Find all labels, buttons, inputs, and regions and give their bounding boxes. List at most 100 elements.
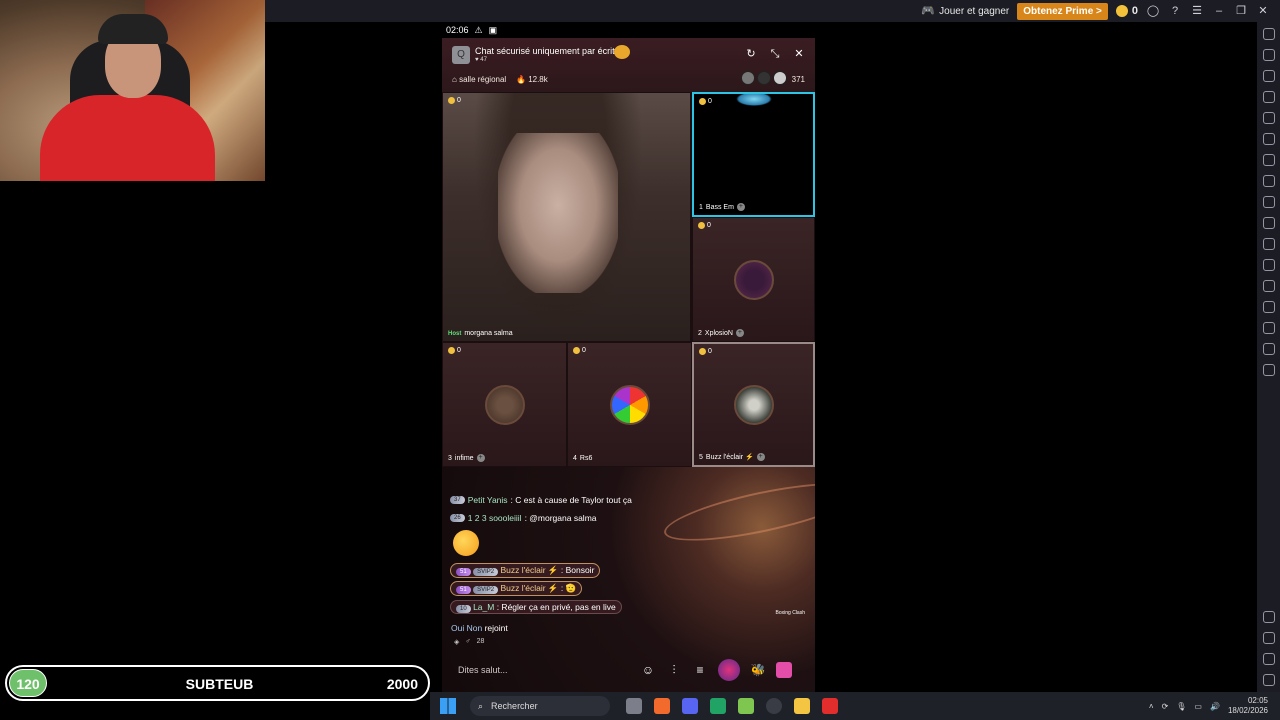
brave-icon[interactable] [654,698,670,714]
follow-plus-icon[interactable]: + [476,454,485,462]
performance-icon[interactable] [1262,196,1275,208]
fullscreen-icon[interactable] [1262,28,1275,40]
taskbar-clock[interactable]: 02:05 18/02/2026 [1228,696,1268,716]
room-title[interactable]: Chat sécurisé uniquement par écrit [475,46,615,56]
room-avatar[interactable]: Q [452,46,470,64]
chat-message[interactable]: 10 La_M : Régler ça en privé, pas en liv… [450,599,750,614]
chat-message[interactable]: 51 SVIP2 Buzz l'éclair ⚡ : 🫡 [450,581,750,596]
seat-1[interactable]: 0 1 Bass Em + [692,92,815,217]
play-and-win-button[interactable]: 🎮 Jouer et gagner [921,4,1009,18]
level-badge: 26 [450,513,465,522]
microphone-icon[interactable]: 🎙 [1176,702,1186,711]
location-icon[interactable] [1262,322,1275,334]
screenshot-icon[interactable] [1262,217,1275,229]
coin-count: 0 [1131,5,1138,17]
restore-icon[interactable]: ❐ [1234,4,1248,18]
avatar[interactable] [609,384,650,425]
chat-list: 37 Petit Yanis : C est à cause de Taylor… [450,492,750,614]
chat-message[interactable]: 37 Petit Yanis : C est à cause de Taylor… [450,492,750,507]
viewer-avatars[interactable] [741,71,787,85]
gamepad-sidebar-icon[interactable] [1262,91,1275,103]
seat-coin-count: 0 [457,97,461,104]
seat-2[interactable]: 0 2 XplosioN + [692,217,815,342]
media-icon[interactable] [1262,259,1275,271]
emoji-icon[interactable]: ☺ [640,662,656,678]
game-icon[interactable] [718,659,740,681]
discord-icon[interactable] [682,698,698,714]
region-label: salle régional [459,75,507,84]
back-icon[interactable] [1262,632,1275,644]
erase-icon[interactable] [1262,301,1275,313]
seat-5[interactable]: 0 5 Buzz l'éclair ⚡ + [692,342,815,467]
bee-icon[interactable]: 🐝 [750,662,766,678]
speaker-icon[interactable]: 🔊 [1210,702,1220,711]
viewer-avatar [741,71,755,85]
close-icon[interactable]: ✕ [1256,4,1270,18]
sync-icon[interactable] [1262,364,1275,376]
account-icon[interactable]: ◯ [1146,4,1160,18]
avatar[interactable] [733,259,774,300]
viewer-count[interactable]: 371 [792,75,805,84]
layers-icon[interactable] [1262,343,1275,355]
gift-icon[interactable] [776,662,792,678]
settings-icon[interactable] [1262,611,1275,623]
audio-wave-icon[interactable]: ⫶ [666,662,682,678]
get-prime-button[interactable]: Obtenez Prime > [1017,2,1108,20]
replay-icon[interactable] [1262,154,1275,166]
taskbar-search[interactable]: ⌕ Rechercher [470,696,610,716]
share-icon[interactable]: ↻ [744,47,758,61]
avatar[interactable] [733,384,774,425]
coin-icon [573,347,580,354]
follow-plus-icon[interactable]: + [736,203,745,211]
chat-input[interactable]: Dites salut... [450,665,630,675]
sync-icon[interactable]: ⟳ [1162,702,1169,711]
task-view-icon[interactable] [626,698,642,714]
excel-icon[interactable] [710,698,726,714]
menu-icon[interactable]: ☰ [1190,4,1204,18]
apk-icon[interactable] [1262,112,1275,124]
chevron-up-icon[interactable]: ˄ [1149,702,1154,711]
popularity[interactable]: 🔥 12.8k [516,75,548,84]
host-seat[interactable]: 0 Host morgana salma [442,92,691,342]
host-video [498,133,618,293]
seat-coins: 0 [448,347,461,354]
minimize-room-icon[interactable]: ⤡ [768,47,782,61]
windows-start-icon[interactable] [440,698,456,714]
menu-icon[interactable]: ≡ [692,662,708,678]
chat-user[interactable]: Buzz l'éclair ⚡ [500,583,558,593]
keyboard-icon[interactable] [1262,70,1275,82]
avatar[interactable] [484,384,525,425]
chat-user[interactable]: La_M [473,602,494,612]
close-room-icon[interactable]: ✕ [792,47,806,61]
youtube-icon[interactable] [822,698,838,714]
recent-apps-icon[interactable] [1262,674,1275,686]
chat-user[interactable]: Petit Yanis [468,495,508,505]
network-icon[interactable]: ▭ [1194,702,1202,711]
record-icon[interactable] [1262,238,1275,250]
help-icon[interactable]: ? [1168,4,1182,18]
chat-user[interactable]: Buzz l'éclair ⚡ [500,565,558,575]
region-tag[interactable]: ⌂ salle régional [452,75,506,84]
rotate-icon[interactable] [1262,133,1275,145]
volume-icon[interactable] [1262,49,1275,61]
home-icon[interactable] [1262,653,1275,665]
seat-4[interactable]: 0 4 Rs6 [567,342,692,467]
chat-message[interactable]: 26 1 2 3 soooleiiil : @morgana salma [450,510,750,525]
join-user[interactable]: Oui Non [451,623,482,633]
follow-plus-icon[interactable]: + [756,453,765,461]
coin-balance[interactable]: 0 [1115,5,1138,17]
file-explorer-icon[interactable] [794,698,810,714]
crown-badge-icon [614,45,630,59]
chat-message[interactable]: 51 SVIP2 Buzz l'éclair ⚡ : Bonsoir [450,563,750,578]
seat-name: infime [454,454,474,462]
seat-index: 1 [699,203,703,211]
follow-plus-icon[interactable]: + [735,329,744,337]
bluestacks-icon[interactable] [738,698,754,714]
eco-icon[interactable] [1262,280,1275,292]
macro-icon[interactable] [1262,175,1275,187]
obs-icon[interactable] [766,698,782,714]
chat-user[interactable]: 1 2 3 soooleiiil [468,513,522,523]
boxing-clash-button[interactable]: Boxing Clash [776,610,805,616]
seat-3[interactable]: 0 3 infime + [442,342,567,467]
minimize-icon[interactable]: – [1212,4,1226,18]
